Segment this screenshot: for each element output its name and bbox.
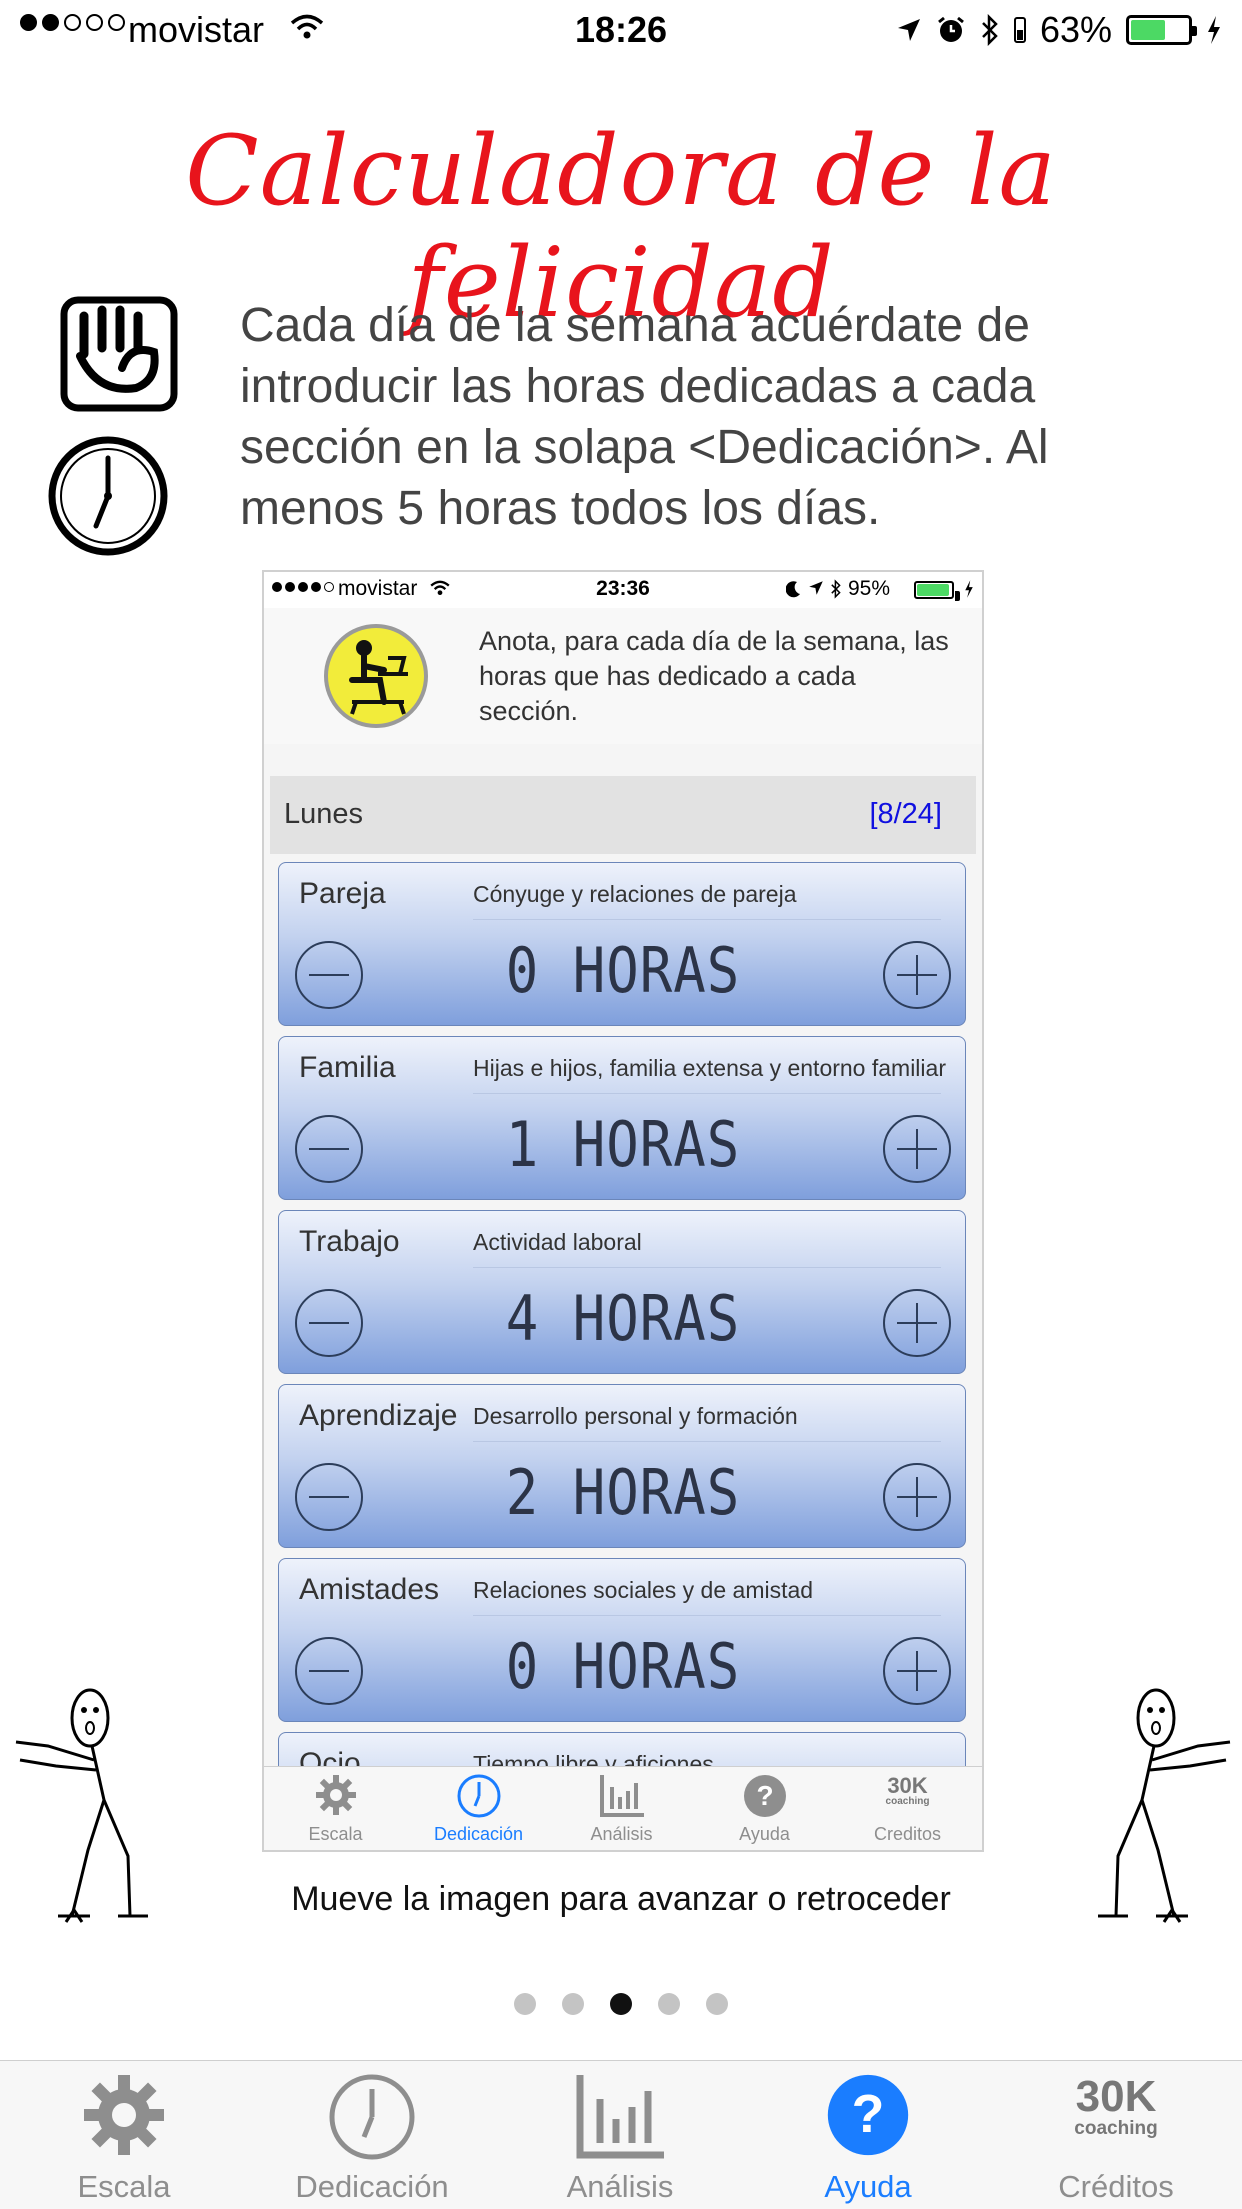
move-hint: Mueve la imagen para avanzar o retrocede… (291, 1880, 951, 1918)
card-category: Pareja (299, 877, 386, 910)
page-dot[interactable] (706, 1993, 728, 2015)
tab-label: Análisis (590, 1824, 653, 1844)
hours-card: Aprendizaje Desarrollo personal y formaci… (278, 1384, 966, 1548)
svg-text:?: ? (852, 2085, 885, 2144)
charging-icon (1208, 16, 1220, 44)
bar-chart-icon (599, 1775, 644, 1817)
hours-card: Pareja Cónyuge y relaciones de pareja 0 HO… (278, 862, 966, 1026)
hours-card: Amistades Relaciones sociales y de amista… (278, 1558, 966, 1722)
intro-text: Cada día de la semana acuérdate de intro… (240, 299, 1049, 535)
battery-icon (914, 581, 960, 601)
hours-card: Familia Hijas e hijos, familia extensa y … (278, 1036, 966, 1200)
increment-button[interactable] (883, 1115, 951, 1183)
location-arrow-icon (809, 581, 823, 595)
page-dot[interactable] (562, 1993, 584, 2015)
screenshot-hint: Anota, para cada día de la semana, las h… (479, 626, 949, 726)
tab-creditos[interactable]: 30K coaching Créditos (992, 2061, 1240, 2209)
svg-text:?: ? (756, 1780, 773, 1811)
alarm-icon (938, 16, 964, 42)
tab-escala[interactable]: Escala (0, 2061, 248, 2209)
location-arrow-icon (897, 19, 920, 41)
card-description: Actividad laboral (473, 1229, 642, 1255)
screenshot-tab-creditos[interactable]: 30K coaching Creditos (836, 1767, 979, 1850)
screenshot-tab-bar: Escala Dedicación Análisis ? Ayuda 30K c… (264, 1766, 982, 1850)
card-hours-value: 4 HORAS (505, 1282, 741, 1355)
card-description: Hijas e hijos, familia extensa y entorno… (473, 1055, 946, 1081)
tab-label: Ayuda (824, 2169, 912, 2204)
card-divider (473, 1267, 941, 1268)
day-total: [8/24] (869, 798, 942, 830)
tab-label: Escala (308, 1824, 363, 1844)
person-at-desk-icon (324, 624, 428, 728)
page-dot[interactable] (514, 1993, 536, 2015)
bluetooth-icon (831, 579, 841, 599)
day-header: Lunes [8/24] (270, 776, 976, 854)
card-hours-value: 1 HORAS (505, 1108, 741, 1181)
increment-button[interactable] (883, 941, 951, 1009)
hand-four-fingers-icon (60, 296, 178, 412)
tab-label: Créditos (1058, 2169, 1174, 2204)
hours-card: Trabajo Actividad laboral 4 HORAS (278, 1210, 966, 1374)
moon-icon (786, 581, 800, 598)
bar-chart-icon (576, 2075, 664, 2159)
gear-icon (84, 2075, 164, 2155)
screenshot-tab-dedicacion[interactable]: Dedicación (407, 1767, 550, 1850)
card-category: Familia (299, 1051, 396, 1084)
screenshot-tab-analisis[interactable]: Análisis (550, 1767, 693, 1850)
battery-icon (1126, 15, 1197, 45)
card-hours-value: 0 HORAS (505, 934, 741, 1007)
clock-icon (457, 1774, 500, 1818)
page-indicator[interactable] (0, 1993, 1242, 2015)
card-category: Amistades (299, 1573, 440, 1606)
tab-label: Escala (77, 2169, 171, 2204)
tab-label: Ayuda (739, 1824, 790, 1844)
tab-bar: Escala Dedicación Análisis ? Ayuda 30K c… (0, 2060, 1242, 2209)
tab-label: Creditos (873, 1824, 942, 1844)
screenshot-tab-ayuda[interactable]: ? Ayuda (693, 1767, 836, 1850)
day-name: Lunes (284, 798, 364, 830)
tutorial-screenshot[interactable]: movistar 23:36 95% Anota, para cada día … (262, 570, 984, 1852)
page-dot[interactable] (610, 1993, 632, 2015)
screenshot-header: Anota, para cada día de la semana, las h… (264, 608, 982, 744)
headphones-battery-icon (1013, 17, 1026, 43)
screenshot-status-bar: movistar 23:36 95% (264, 572, 982, 608)
question-icon: ? (743, 1775, 786, 1817)
clock-icon (48, 436, 168, 556)
card-divider (473, 1093, 941, 1094)
battery-percent: 95% (848, 577, 891, 600)
card-divider (473, 1615, 941, 1616)
question-icon: ? (827, 2074, 909, 2156)
card-description: Cónyuge y relaciones de pareja (473, 881, 797, 907)
card-divider (473, 919, 941, 920)
card-description: Relaciones sociales y de amistad (473, 1577, 814, 1603)
charging-icon (965, 580, 973, 598)
card-divider (473, 1441, 941, 1442)
screenshot-tab-escala[interactable]: Escala (264, 1767, 407, 1850)
tab-ayuda[interactable]: ? Ayuda (744, 2061, 992, 2209)
tab-dedicacion[interactable]: Dedicación (248, 2061, 496, 2209)
increment-button[interactable] (883, 1463, 951, 1531)
clock-icon (329, 2074, 415, 2160)
battery-percent: 63% (1039, 9, 1112, 50)
gear-icon (315, 1775, 356, 1815)
status-bar: movistar 18:26 63% (0, 0, 1242, 62)
tab-label: Dedicación (433, 1824, 524, 1844)
tab-label: Análisis (566, 2169, 674, 2204)
card-category: Aprendizaje (299, 1399, 458, 1432)
card-hours-value: 0 HORAS (505, 1630, 741, 1703)
bluetooth-icon (982, 14, 998, 46)
increment-button[interactable] (883, 1289, 951, 1357)
tab-analisis[interactable]: Análisis (496, 2061, 744, 2209)
tab-label: Dedicación (295, 2169, 449, 2204)
30k-logo-icon: 30K coaching (885, 1773, 930, 1807)
page-dot[interactable] (658, 1993, 680, 2015)
card-description: Desarrollo personal y formación (473, 1403, 798, 1429)
card-category: Trabajo (299, 1225, 400, 1258)
30k-logo-icon: 30K coaching (1074, 2072, 1158, 2139)
card-hours-value: 2 HORAS (505, 1456, 741, 1529)
increment-button[interactable] (883, 1637, 951, 1705)
